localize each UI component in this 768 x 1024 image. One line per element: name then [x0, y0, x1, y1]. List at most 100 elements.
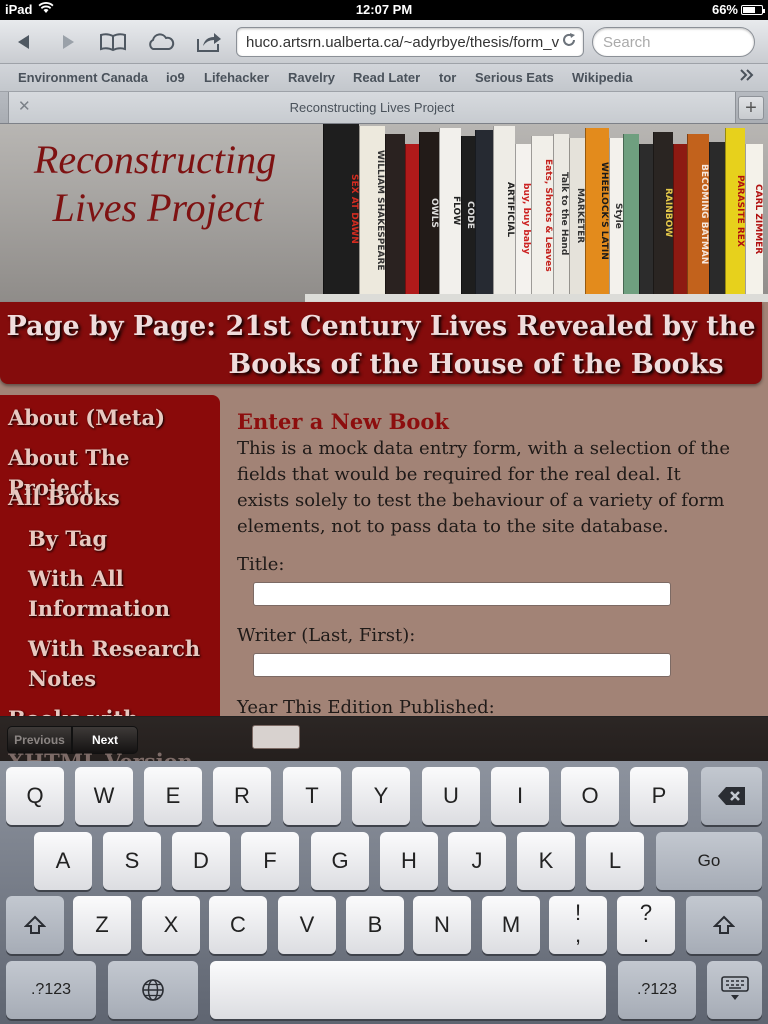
site-title[interactable]: Reconstructing Lives Project: [10, 136, 300, 232]
book-spine: CODE: [461, 136, 475, 294]
form-content: Enter a New Book This is a mock data ent…: [237, 408, 737, 716]
key-exclaim-comma[interactable]: ! ,: [549, 896, 607, 954]
back-icon[interactable]: [8, 28, 40, 56]
bookmark-io9[interactable]: io9: [166, 70, 185, 85]
key-h[interactable]: H: [380, 832, 438, 890]
reload-icon[interactable]: [561, 32, 577, 53]
book-spine: [709, 142, 725, 294]
globe-icon[interactable]: [108, 961, 198, 1019]
key-i[interactable]: I: [491, 767, 549, 825]
tab-bar: ✕ Reconstructing Lives Project +: [0, 92, 768, 124]
key-question-label: ?: [639, 900, 653, 925]
bookmarks-icon[interactable]: [97, 28, 129, 56]
title-label: Title:: [237, 554, 285, 575]
nav-books-with-images[interactable]: Books with Images: [8, 704, 220, 716]
numbers-key[interactable]: .?123: [6, 961, 96, 1019]
key-period-label: .: [642, 922, 650, 947]
bookmark-read-later[interactable]: Read Later: [353, 70, 420, 85]
key-j[interactable]: J: [448, 832, 506, 890]
nav-with-research-notes[interactable]: With Research Notes: [28, 634, 200, 694]
key-m[interactable]: M: [482, 896, 540, 954]
address-bar[interactable]: huco.artsrn.ualberta.ca/~adyrbye/thesis/…: [236, 27, 584, 57]
key-y[interactable]: Y: [352, 767, 410, 825]
book-spine: BECOMING BATMAN: [687, 134, 709, 294]
clock: 12:07 PM: [355, 2, 413, 17]
book-spine: buy, buy baby: [515, 144, 531, 294]
new-tab-button[interactable]: +: [738, 96, 764, 120]
bookmark-ravelry[interactable]: Ravelry: [288, 70, 335, 85]
writer-input[interactable]: [253, 653, 671, 677]
nav-by-tag[interactable]: By Tag: [28, 524, 107, 554]
book-spine: PARASITE REX: [725, 128, 745, 294]
key-d[interactable]: D: [172, 832, 230, 890]
key-k[interactable]: K: [517, 832, 575, 890]
year-label: Year This Edition Published:: [237, 697, 495, 716]
bookmark-environment-canada[interactable]: Environment Canada: [18, 70, 148, 85]
bookmark-wikipedia[interactable]: Wikipedia: [572, 70, 633, 85]
shelf: [305, 294, 768, 302]
title-input[interactable]: [253, 582, 671, 606]
key-g[interactable]: G: [311, 832, 369, 890]
nav-all-books[interactable]: All Books: [8, 483, 120, 513]
book-spine: WILLIAM SHAKESPEARE: [359, 126, 385, 294]
book-spine: [475, 130, 493, 294]
key-exclaim-label: !: [574, 900, 582, 925]
book-spine: ARTIFICIAL: [493, 126, 515, 294]
key-e[interactable]: E: [144, 767, 202, 825]
key-b[interactable]: B: [346, 896, 404, 954]
backspace-icon[interactable]: [701, 767, 762, 825]
shift-icon[interactable]: [6, 896, 64, 954]
keyboard-hide-icon[interactable]: [707, 961, 762, 1019]
more-bookmarks-icon[interactable]: [740, 68, 754, 85]
key-p[interactable]: P: [630, 767, 688, 825]
book-spine: RAINBOW: [653, 132, 673, 294]
nav-with-all-information[interactable]: With All Information: [28, 564, 170, 624]
book-spine: [405, 144, 419, 294]
key-t[interactable]: T: [283, 767, 341, 825]
key-r[interactable]: R: [213, 767, 271, 825]
book-spine: [639, 144, 653, 294]
search-field[interactable]: Search: [592, 27, 755, 57]
key-v[interactable]: V: [278, 896, 336, 954]
icloud-tabs-icon[interactable]: [145, 28, 177, 56]
key-w[interactable]: W: [75, 767, 133, 825]
site-banner: Reconstructing Lives Project SEX AT DAWN…: [0, 124, 768, 302]
web-page: Reconstructing Lives Project SEX AT DAWN…: [0, 124, 768, 716]
bookmark-tor[interactable]: tor: [439, 70, 456, 85]
onscreen-keyboard: Q W E R T Y U I O P A S D F G H J K L Go…: [0, 761, 768, 1024]
forward-icon[interactable]: [52, 28, 84, 56]
bookmark-serious-eats[interactable]: Serious Eats: [475, 70, 554, 85]
space-key[interactable]: [210, 961, 606, 1019]
site-title-line2: Lives Project: [52, 185, 264, 230]
bookmarks-bar: Environment Canada io9 Lifehacker Ravelr…: [0, 64, 768, 92]
book-spine: Style: [609, 138, 623, 294]
key-o[interactable]: O: [561, 767, 619, 825]
key-s[interactable]: S: [103, 832, 161, 890]
key-z[interactable]: Z: [73, 896, 131, 954]
form-assistant-bar: Previous Next XHTML Version: [0, 716, 768, 774]
page-heading-band: Page by Page: 21st Century Lives Reveale…: [0, 302, 762, 384]
battery-icon: [741, 5, 765, 15]
key-a[interactable]: A: [34, 832, 92, 890]
share-icon[interactable]: [193, 28, 225, 56]
key-c[interactable]: C: [209, 896, 267, 954]
year-select[interactable]: [252, 725, 300, 749]
key-x[interactable]: X: [142, 896, 200, 954]
go-key[interactable]: Go: [656, 832, 762, 890]
bookmark-lifehacker[interactable]: Lifehacker: [204, 70, 269, 85]
shift-right-icon[interactable]: [686, 896, 762, 954]
url-text: huco.artsrn.ualberta.ca/~adyrbye/thesis/…: [246, 34, 560, 51]
form-intro: This is a mock data entry form, with a s…: [237, 438, 731, 537]
tab-reconstructing-lives[interactable]: ✕ Reconstructing Lives Project: [8, 92, 736, 123]
key-n[interactable]: N: [413, 896, 471, 954]
key-f[interactable]: F: [241, 832, 299, 890]
key-question-period[interactable]: ? .: [617, 896, 675, 954]
key-u[interactable]: U: [422, 767, 480, 825]
numbers-key-right[interactable]: .?123: [618, 961, 696, 1019]
page-heading-line2: Books of the House of the Books: [228, 349, 724, 380]
nav-about-meta[interactable]: About (Meta): [8, 403, 165, 433]
key-l[interactable]: L: [586, 832, 644, 890]
key-q[interactable]: Q: [6, 767, 64, 825]
book-spine: [385, 134, 405, 294]
side-navigation: About (Meta) About The Project All Books…: [0, 395, 220, 716]
